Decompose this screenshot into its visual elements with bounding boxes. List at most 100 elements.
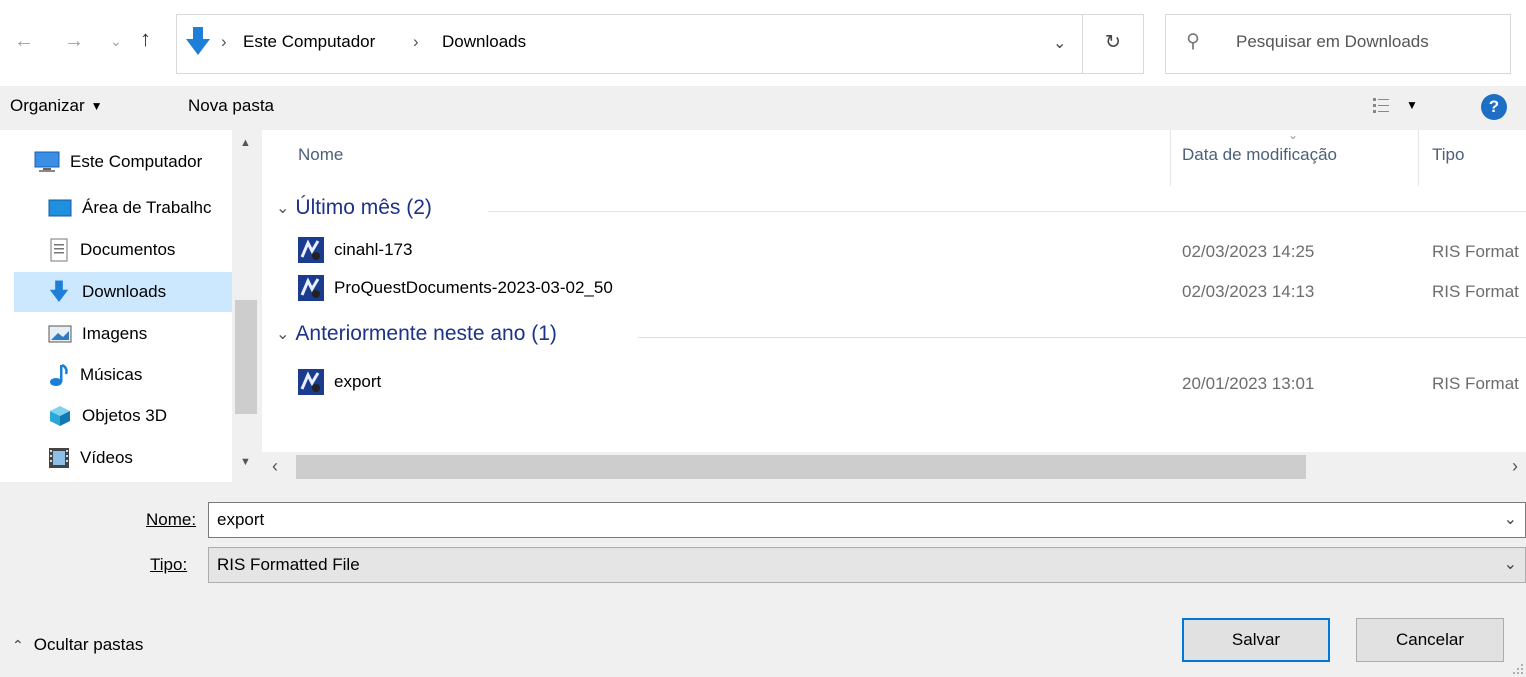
- breadcrumb-este-computador[interactable]: Este Computador: [243, 32, 375, 52]
- address-box[interactable]: › Este Computador › Downloads ⌄ ↻: [176, 14, 1144, 74]
- sort-indicator-icon: ⌄: [1288, 128, 1299, 142]
- file-type: RIS Format: [1432, 374, 1519, 393]
- filename-label-text: Nome:: [146, 510, 197, 529]
- filename-value: export: [217, 510, 265, 529]
- filetype-dropdown-chevron-icon: ⌄: [1503, 556, 1517, 573]
- column-header-type[interactable]: Tipo: [1432, 145, 1464, 165]
- caret-down-icon: ▼: [1406, 98, 1418, 112]
- nav-item-objetos-3d[interactable]: Objetos 3D: [48, 396, 232, 436]
- file-row-name[interactable]: cinahl-173: [298, 237, 412, 263]
- horizontal-scrollbar-thumb[interactable]: [296, 455, 1306, 479]
- 3d-objects-icon: [50, 406, 70, 426]
- group-header[interactable]: ⌄ Último mês (2): [276, 196, 432, 220]
- nav-item-label: Este Computador: [70, 152, 203, 171]
- caret-down-icon: ▼: [90, 99, 103, 113]
- nav-item-downloads[interactable]: Downloads: [14, 272, 232, 312]
- download-arrow-icon: [186, 27, 210, 55]
- column-divider: [1418, 130, 1419, 186]
- scroll-down-arrow-icon[interactable]: ▼: [240, 456, 251, 468]
- music-note-icon: [50, 363, 68, 386]
- scroll-right-arrow-icon[interactable]: ›: [1512, 456, 1518, 477]
- organize-label: Organizar: [10, 96, 85, 115]
- details-view-icon: [1373, 98, 1389, 113]
- scroll-up-arrow-icon[interactable]: ▲: [240, 137, 251, 149]
- nav-item-label: Downloads: [82, 282, 167, 301]
- filetype-label: Tipo:: [150, 555, 187, 575]
- column-header-name[interactable]: Nome: [298, 145, 343, 165]
- hide-folders-label: Ocultar pastas: [33, 635, 144, 654]
- nav-item-documentos[interactable]: Documentos: [48, 230, 232, 270]
- nav-item-label: Objetos 3D: [82, 406, 168, 425]
- documents-icon: [50, 238, 68, 262]
- address-divider: [1082, 15, 1083, 73]
- up-arrow-icon[interactable]: ↑: [140, 26, 151, 52]
- group-header[interactable]: ⌄ Anteriormente neste ano (1): [276, 322, 557, 346]
- group-title: Anteriormente neste ano (1): [295, 322, 557, 345]
- view-options-button[interactable]: ▼: [1372, 96, 1418, 114]
- group-divider: [488, 211, 1526, 212]
- help-icon[interactable]: ?: [1481, 94, 1507, 120]
- save-button[interactable]: Salvar: [1182, 618, 1330, 662]
- nav-scrollbar-thumb[interactable]: [235, 300, 257, 414]
- search-icon: ⚲: [1186, 31, 1200, 52]
- chevron-up-icon: ⌃: [12, 636, 24, 653]
- nav-item-este-computador[interactable]: Este Computador: [34, 142, 232, 182]
- file-row-name[interactable]: export: [298, 369, 381, 395]
- group-divider: [638, 337, 1526, 338]
- download-arrow-icon: [49, 280, 69, 302]
- filetype-label-text: Tipo:: [150, 555, 188, 574]
- computer-icon: [34, 151, 60, 172]
- chevron-down-icon: ⌄: [276, 326, 290, 343]
- column-divider: [1170, 130, 1171, 186]
- resize-grip-icon[interactable]: [1512, 663, 1524, 675]
- recent-locations-chevron-icon[interactable]: ⌄: [110, 33, 122, 50]
- group-title: Último mês (2): [295, 196, 432, 219]
- search-input[interactable]: ⚲ Pesquisar em Downloads: [1165, 14, 1511, 74]
- nav-item-musicas[interactable]: Músicas: [48, 355, 232, 395]
- nav-item-label: Área de Trabalhc: [82, 198, 212, 217]
- nav-item-videos[interactable]: Vídeos: [48, 438, 232, 478]
- file-name-text: cinahl-173: [334, 240, 413, 259]
- ris-file-icon: [298, 275, 324, 301]
- back-arrow-icon[interactable]: ←: [14, 30, 34, 53]
- videos-icon: [49, 448, 69, 468]
- file-name-text: export: [334, 372, 382, 391]
- hide-folders-toggle[interactable]: ⌃ Ocultar pastas: [12, 635, 143, 655]
- organize-button[interactable]: Organizar ▼: [10, 96, 103, 116]
- filetype-select[interactable]: RIS Formatted File ⌄: [208, 547, 1526, 583]
- cancel-button[interactable]: Cancelar: [1356, 618, 1504, 662]
- breadcrumb-separator-icon: ›: [221, 32, 227, 51]
- nav-item-label: Imagens: [82, 324, 148, 343]
- nav-item-label: Vídeos: [80, 448, 133, 467]
- breadcrumb-separator-icon: ›: [413, 32, 419, 51]
- filename-dropdown-chevron-icon[interactable]: ⌄: [1504, 509, 1517, 529]
- file-row-name[interactable]: ProQuestDocuments-2023-03-02_50: [298, 275, 613, 301]
- filetype-value: RIS Formatted File: [217, 555, 360, 574]
- filename-input[interactable]: export ⌄: [208, 502, 1526, 538]
- nav-item-imagens[interactable]: Imagens: [48, 314, 232, 354]
- address-dropdown-chevron-icon[interactable]: ⌄: [1053, 33, 1066, 53]
- desktop-icon: [48, 199, 72, 217]
- nav-item-area-de-trabalho[interactable]: Área de Trabalhc: [48, 188, 232, 228]
- file-date: 20/01/2023 13:01: [1182, 374, 1315, 393]
- ris-file-icon: [298, 237, 324, 263]
- filename-label: Nome:: [146, 510, 196, 530]
- nav-item-label: Músicas: [80, 365, 143, 384]
- column-header-date[interactable]: Data de modificação: [1182, 145, 1337, 165]
- nav-item-label: Documentos: [80, 240, 176, 259]
- file-date: 02/03/2023 14:13: [1182, 282, 1315, 301]
- file-name-text: ProQuestDocuments-2023-03-02_50: [334, 278, 613, 297]
- search-placeholder: Pesquisar em Downloads: [1236, 32, 1429, 51]
- chevron-down-icon: ⌄: [276, 200, 290, 217]
- scroll-left-arrow-icon[interactable]: ‹: [272, 456, 278, 477]
- new-folder-button[interactable]: Nova pasta: [188, 96, 274, 116]
- ris-file-icon: [298, 369, 324, 395]
- breadcrumb-downloads[interactable]: Downloads: [442, 32, 526, 52]
- file-date: 02/03/2023 14:25: [1182, 242, 1315, 261]
- file-list: [262, 130, 1526, 482]
- refresh-icon[interactable]: ↻: [1105, 31, 1121, 54]
- file-type: RIS Format: [1432, 242, 1519, 261]
- file-type: RIS Format: [1432, 282, 1519, 301]
- forward-arrow-icon[interactable]: →: [64, 30, 84, 53]
- pictures-icon: [48, 325, 72, 343]
